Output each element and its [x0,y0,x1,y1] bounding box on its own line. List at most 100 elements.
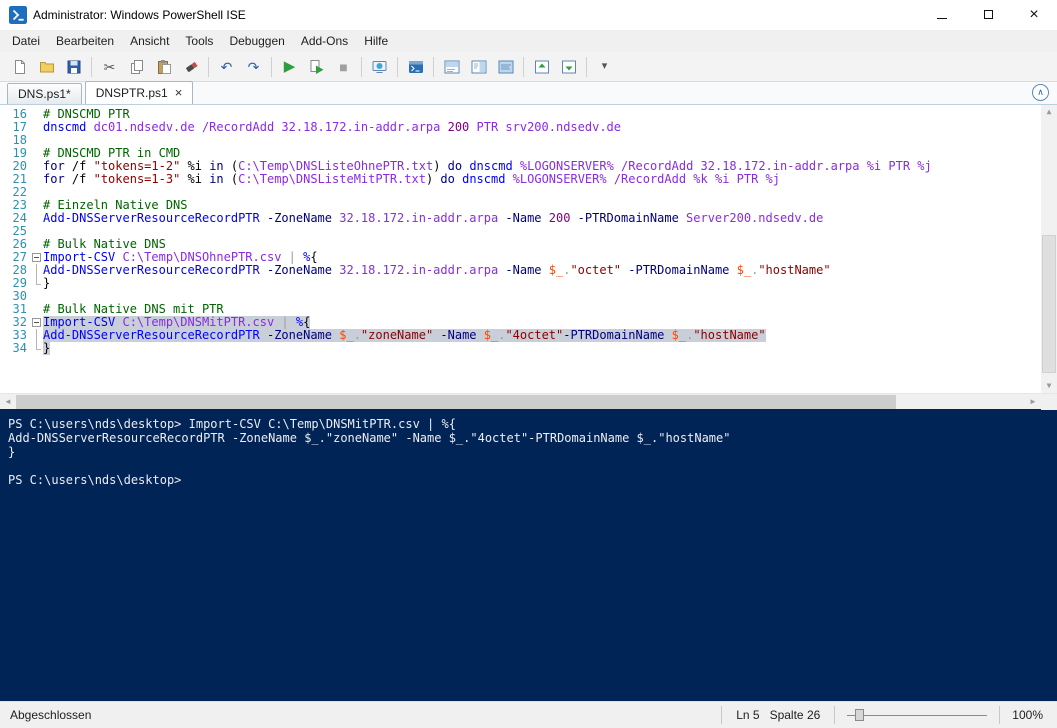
console-pane[interactable]: PS C:\users\nds\desktop> Import-CSV C:\T… [0,409,1057,701]
fold-gutter [30,277,43,290]
code-line-33[interactable]: 33Add-DNSServerResourceRecordPTR -ZoneNa… [0,329,1057,342]
zoom-level: 100% [999,706,1057,724]
tab-label: DNS.ps1* [18,87,71,101]
start-powershell-button[interactable] [402,55,429,79]
scroll-up-arrow-icon[interactable]: ▲ [1041,105,1057,119]
editor-horizontal-scrollbar[interactable] [0,393,1057,409]
fold-gutter [30,290,43,303]
tab-close-icon[interactable]: × [175,88,183,98]
tab-dnsptr-ps1[interactable]: DNSPTR.ps1 × [85,81,194,104]
show-script-pane-maximized-button[interactable] [492,55,519,79]
menu-debuggen[interactable]: Debuggen [221,31,292,51]
tab-dns-ps1-[interactable]: DNS.ps1* [7,83,82,104]
paste-button[interactable] [150,55,177,79]
vertical-scroll-thumb[interactable] [1042,235,1056,373]
horizontal-scroll-thumb[interactable] [16,395,896,409]
run-script-button[interactable]: ▶ [276,55,303,79]
menu-datei[interactable]: Datei [4,31,48,51]
open-script-button[interactable] [33,55,60,79]
selected-code-text: } [43,342,50,355]
fold-gutter [30,225,43,238]
collapse-script-pane-button[interactable] [1032,84,1049,101]
copy-icon [129,59,145,75]
clear-console-button[interactable] [177,55,204,79]
maximize-button[interactable] [965,0,1011,30]
new-remote-powershell-tab-button[interactable] [366,55,393,79]
fold-toggle-icon[interactable] [30,316,43,329]
code-text: dnscmd dc01.ndsedv.de /RecordAdd 32.18.1… [43,121,621,134]
redo-button[interactable]: ↷ [240,55,267,79]
powershell-ise-window: Administrator: Windows PowerShell ISE × … [0,0,1057,728]
script-pane-up-button[interactable] [528,55,555,79]
minimize-icon [937,8,947,22]
menu-hilfe[interactable]: Hilfe [356,31,396,51]
window-controls: × [919,0,1057,30]
run-selection-icon [309,59,325,75]
code-line-24[interactable]: 24Add-DNSServerResourceRecordPTR -ZoneNa… [0,212,1057,225]
code-line-17[interactable]: 17dnscmd dc01.ndsedv.de /RecordAdd 32.18… [0,121,1057,134]
cut-icon: ✂ [102,59,118,75]
scroll-right-arrow-icon[interactable] [1025,394,1041,410]
toolbar-overflow-button[interactable]: ▾ [591,55,618,79]
console-line [8,459,1057,473]
new-remote-powershell-tab-icon [372,59,388,75]
menu-bar: DateiBearbeitenAnsichtToolsDebuggenAdd-O… [0,30,1057,52]
stop-operation-button[interactable]: ■ [330,55,357,79]
zoom-slider[interactable] [847,706,987,724]
script-editor-pane[interactable]: 16# DNSCMD PTR17dnscmd dc01.ndsedv.de /R… [0,105,1057,393]
cut-button[interactable]: ✂ [96,55,123,79]
close-button[interactable]: × [1011,0,1057,30]
show-script-pane-right-button[interactable] [465,55,492,79]
save-script-icon [66,59,82,75]
stop-operation-icon: ■ [336,59,352,75]
menu-tools[interactable]: Tools [177,31,221,51]
menu-add-ons[interactable]: Add-Ons [293,31,356,51]
cursor-column: Spalte 26 [770,708,821,722]
script-pane-down-button[interactable] [555,55,582,79]
menu-bearbeiten[interactable]: Bearbeiten [48,31,122,51]
undo-button[interactable]: ↶ [213,55,240,79]
powershell-app-icon [9,6,27,24]
save-script-button[interactable] [60,55,87,79]
menu-ansicht[interactable]: Ansicht [122,31,177,51]
zoom-slider-track [847,715,987,716]
code-text: Add-DNSServerResourceRecordPTR -ZoneName… [43,212,823,225]
fold-toggle-icon[interactable] [30,251,43,264]
redo-icon: ↷ [246,59,262,75]
show-script-pane-top-button[interactable] [438,55,465,79]
toolbar-separator [523,57,524,77]
status-text: Abgeschlossen [0,708,91,722]
code-line-28[interactable]: 28Add-DNSServerResourceRecordPTR -ZoneNa… [0,264,1057,277]
code-line-29[interactable]: 29} [0,277,1057,290]
code-text: for /f "tokens=1-3" %i in (C:\Temp\DNSLi… [43,173,780,186]
run-selection-button[interactable] [303,55,330,79]
scroll-down-arrow-icon[interactable]: ▼ [1041,379,1057,393]
fold-gutter [30,212,43,225]
toolbar-separator [208,57,209,77]
code-line-21[interactable]: 21for /f "tokens=1-3" %i in (C:\Temp\DNS… [0,173,1057,186]
show-script-pane-right-icon [471,59,487,75]
new-script-button[interactable] [6,55,33,79]
tab-label: DNSPTR.ps1 [96,86,168,100]
code-line-34[interactable]: 34} [0,342,1057,355]
toolbar-overflow-icon: ▾ [597,59,613,75]
fold-gutter [30,238,43,251]
toolbar-separator [361,57,362,77]
copy-button[interactable] [123,55,150,79]
scroll-left-arrow-icon[interactable] [0,394,16,410]
fold-gutter [30,121,43,134]
toolbar-separator [586,57,587,77]
editor-vertical-scrollbar[interactable]: ▲ ▼ [1041,105,1057,393]
clear-console-icon [183,59,199,75]
fold-gutter [30,264,43,277]
zoom-slider-thumb[interactable] [855,709,864,721]
show-script-pane-maximized-icon [498,59,514,75]
minimize-button[interactable] [919,0,965,30]
undo-icon: ↶ [219,59,235,75]
console-line: } [8,445,1057,459]
fold-gutter [30,160,43,173]
console-line: Add-DNSServerResourceRecordPTR -ZoneName… [8,431,1057,445]
close-icon: × [1029,7,1038,23]
code-text: } [43,277,50,290]
toolbar-separator [271,57,272,77]
